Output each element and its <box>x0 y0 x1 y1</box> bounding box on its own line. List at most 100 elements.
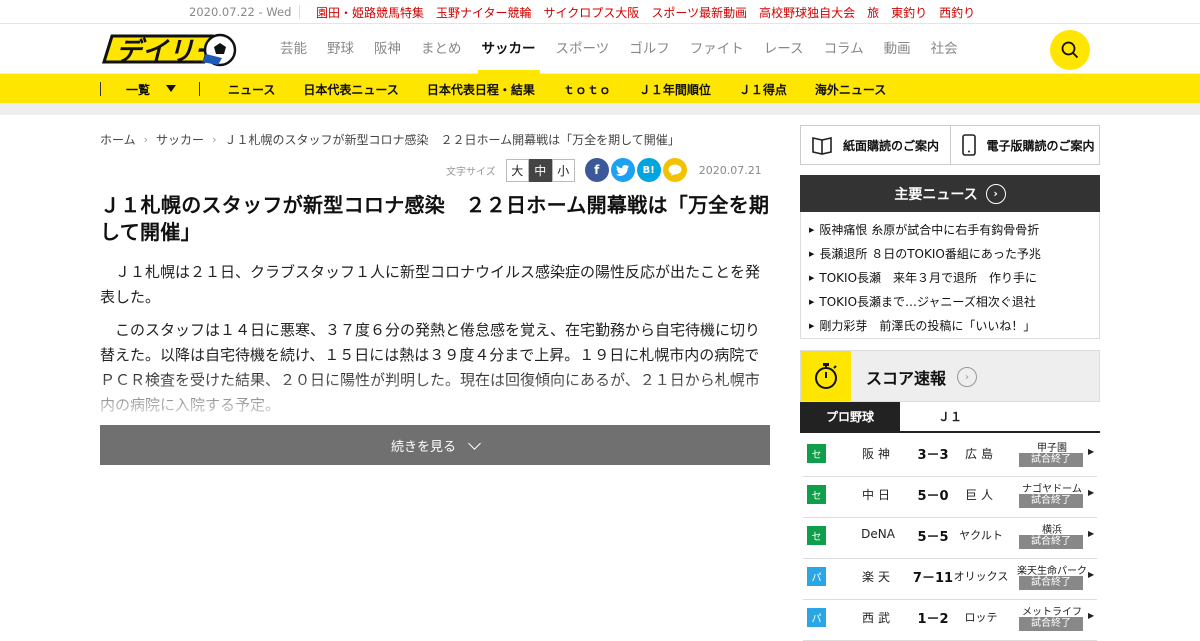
chevron-right-icon: › <box>957 367 977 387</box>
list-dropdown[interactable]: 一覧 <box>126 81 150 98</box>
breadcrumb: ホーム › サッカー › Ｊ１札幌のスタッフが新型コロナ感染 ２２日ホーム開幕戦… <box>100 131 680 148</box>
top-link[interactable]: 高校野球独自大会 <box>759 4 855 21</box>
line-icon[interactable] <box>662 158 687 182</box>
nav-item-soccer[interactable]: サッカー <box>477 24 540 74</box>
main-nav: 芸能 野球 阪神 まとめ サッカー スポーツ ゴルフ ファイト レース コラム … <box>280 24 978 74</box>
current-date: 2020.07.22 - Wed <box>189 5 292 19</box>
search-button[interactable] <box>1050 30 1090 70</box>
news-item[interactable]: TOKIO長瀬まで…ジャニーズ相次ぐ退社 <box>809 290 1091 314</box>
league-badge: パ <box>807 567 826 586</box>
site-logo[interactable]: デイリー <box>100 32 240 68</box>
play-arrow-icon: ▶ <box>1088 488 1095 497</box>
game-row[interactable]: セ 阪神 3－3 広島 甲子園 試合終了 ▶ <box>803 436 1097 477</box>
venue: 楽天生命パーク <box>1017 566 1087 577</box>
nav-item-column[interactable]: コラム <box>824 24 864 74</box>
top-link[interactable]: 園田・姫路競馬特集 <box>316 4 424 21</box>
top-links: 園田・姫路競馬特集 玉野ナイター競輪 サイクロプス大阪 スポーツ最新動画 高校野… <box>316 4 987 21</box>
top-bar: 2020.07.22 - Wed 園田・姫路競馬特集 玉野ナイター競輪 サイクロ… <box>0 0 1200 24</box>
game-status: 試合終了 <box>1019 617 1083 631</box>
nav-item-golf[interactable]: ゴルフ <box>629 24 670 74</box>
game-status: 試合終了 <box>1019 576 1083 590</box>
news-item[interactable]: TOKIO長瀬 来年３月で退所 作り手に <box>809 266 1091 290</box>
sub-nav-item-japan-news[interactable]: 日本代表ニュース <box>303 81 398 98</box>
search-icon <box>1061 41 1079 59</box>
nav-item-entertainment[interactable]: 芸能 <box>280 24 307 74</box>
news-item[interactable]: 剛力彩芽 前澤氏の投稿に「いいね！」 <box>809 314 1091 338</box>
stopwatch-icon <box>801 351 851 401</box>
font-size-small-button[interactable]: 小 <box>551 158 575 182</box>
game-row[interactable]: パ 西武 1－2 ロッテ メットライフ 試合終了 ▶ <box>803 600 1097 641</box>
main-news-header[interactable]: 主要ニュース › <box>800 175 1100 212</box>
read-more-button[interactable]: 続きを見る <box>100 425 770 465</box>
top-link[interactable]: 東釣り <box>891 4 927 21</box>
twitter-icon[interactable] <box>610 158 635 182</box>
game-status: 試合終了 <box>1019 453 1083 467</box>
play-arrow-icon: ▶ <box>1088 611 1095 620</box>
game-row[interactable]: パ 楽天 7－11 オリックス 楽天生命パーク 試合終了 ▶ <box>803 559 1097 600</box>
font-size-medium-button[interactable]: 中 <box>528 158 552 182</box>
divider <box>199 82 200 96</box>
game-list: セ 阪神 3－3 広島 甲子園 試合終了 ▶ セ 中日 5－0 巨人 ナゴヤドー… <box>803 436 1097 641</box>
top-link[interactable]: スポーツ最新動画 <box>651 4 747 21</box>
venue: 甲子園 <box>1037 443 1067 454</box>
nav-item-baseball[interactable]: 野球 <box>327 24 354 74</box>
away-team: 巨人 <box>964 488 997 502</box>
sub-nav-item-overseas[interactable]: 海外ニュース <box>815 81 886 98</box>
top-link[interactable]: 西釣り <box>939 4 975 21</box>
subscription-links: 紙面購読のご案内 電子版購読のご案内 <box>800 125 1100 165</box>
news-item[interactable]: 長瀬退所 ８日のTOKIO番組にあった予兆 <box>809 242 1091 266</box>
main-news-list: 阪神痛恨 糸原が試合中に右手有鈎骨骨折 長瀬退所 ８日のTOKIO番組にあった予… <box>800 212 1100 339</box>
chevron-down-icon <box>468 436 481 450</box>
sub-nav-item-scorers[interactable]: Ｊ１得点 <box>739 81 787 98</box>
nav-item-hanshin[interactable]: 阪神 <box>374 24 401 74</box>
digital-subscription-label: 電子版購読のご案内 <box>986 138 1095 153</box>
article-headline: Ｊ１札幌のスタッフが新型コロナ感染 ２２日ホーム開幕戦は「万全を期して開催」 <box>100 193 770 244</box>
game-row[interactable]: セ DeNA 5－5 ヤクルト 横浜 試合終了 ▶ <box>803 518 1097 559</box>
font-size-label: 文字サイズ <box>446 166 496 178</box>
home-team: 楽天 <box>861 570 894 584</box>
breadcrumb-home[interactable]: ホーム <box>100 131 136 148</box>
top-link[interactable]: サイクロプス大阪 <box>544 4 640 21</box>
paper-subscription-label: 紙面購読のご案内 <box>843 138 940 153</box>
nav-item-fight[interactable]: ファイト <box>690 24 744 74</box>
away-team: 広島 <box>964 447 997 461</box>
digital-subscription-link[interactable]: 電子版購読のご案内 <box>950 125 1100 165</box>
nav-item-sports[interactable]: スポーツ <box>556 24 610 74</box>
sub-nav-items: ニュース 日本代表ニュース 日本代表日程・結果 ｔｏｔｏ Ｊ１年間順位 Ｊ１得点… <box>228 81 914 98</box>
sub-nav-item-toto[interactable]: ｔｏｔｏ <box>563 81 611 98</box>
sub-nav: 一覧 ニュース 日本代表ニュース 日本代表日程・結果 ｔｏｔｏ Ｊ１年間順位 Ｊ… <box>0 74 1200 103</box>
facebook-icon[interactable]: f <box>584 158 609 182</box>
home-team: 阪神 <box>861 447 894 461</box>
sub-nav-item-news[interactable]: ニュース <box>228 81 275 98</box>
chevron-right-icon: › <box>985 183 1006 204</box>
score-tabs: プロ野球 Ｊ１ <box>800 402 1100 433</box>
top-link[interactable]: 旅 <box>867 4 879 21</box>
league-badge: セ <box>807 444 826 463</box>
play-arrow-icon: ▶ <box>1088 447 1095 456</box>
caret-down-icon[interactable] <box>166 85 176 92</box>
home-team: 中日 <box>861 488 894 502</box>
article-paragraph: Ｊ１札幌は２１日、クラブスタッフ１人に新型コロナウイルス感染症の陽性反応が出たこ… <box>100 263 761 306</box>
away-team: ヤクルト <box>959 529 1003 542</box>
font-size-large-button[interactable]: 大 <box>505 158 529 182</box>
book-icon <box>812 137 832 155</box>
nav-item-video[interactable]: 動画 <box>884 24 911 74</box>
sub-nav-item-japan-schedule[interactable]: 日本代表日程・結果 <box>427 81 535 98</box>
tab-pro-baseball[interactable]: プロ野球 <box>800 402 900 431</box>
divider <box>299 5 300 19</box>
tab-j1[interactable]: Ｊ１ <box>900 402 1000 431</box>
sub-nav-item-standings[interactable]: Ｊ１年間順位 <box>639 81 711 98</box>
chevron-right-icon: › <box>143 133 149 146</box>
away-team: オリックス <box>953 570 1009 583</box>
paper-subscription-link[interactable]: 紙面購読のご案内 <box>800 125 951 165</box>
top-link[interactable]: 玉野ナイター競輪 <box>436 4 532 21</box>
play-arrow-icon: ▶ <box>1088 529 1095 538</box>
nav-item-matome[interactable]: まとめ <box>421 24 462 74</box>
game-row[interactable]: セ 中日 5－0 巨人 ナゴヤドーム 試合終了 ▶ <box>803 477 1097 518</box>
nav-item-society[interactable]: 社会 <box>931 24 958 74</box>
news-item[interactable]: 阪神痛恨 糸原が試合中に右手有鈎骨骨折 <box>809 218 1091 242</box>
score-header[interactable]: スコア速報 › <box>800 350 1100 402</box>
breadcrumb-soccer[interactable]: サッカー <box>156 131 204 148</box>
hatena-bookmark-icon[interactable]: B! <box>636 158 661 182</box>
nav-item-race[interactable]: レース <box>764 24 804 74</box>
